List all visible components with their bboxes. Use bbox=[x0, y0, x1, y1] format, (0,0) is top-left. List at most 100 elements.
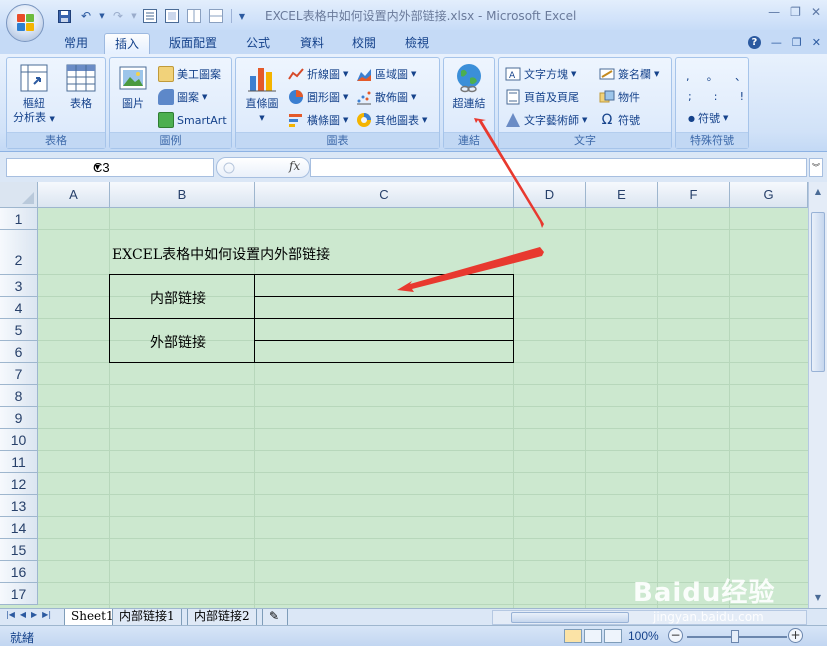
column-header-a[interactable]: A bbox=[38, 182, 110, 208]
workbook-restore-icon[interactable]: ❐ bbox=[792, 36, 802, 49]
page-break-view-icon[interactable] bbox=[604, 629, 622, 643]
redo-dropdown-icon[interactable]: ▼ bbox=[130, 7, 138, 25]
sheet-tab-internal-link-2[interactable]: 内部链接2 bbox=[187, 609, 257, 626]
prev-sheet-icon[interactable]: ◀ bbox=[20, 610, 26, 619]
other-charts-button[interactable]: 其他圖表 ▼ bbox=[356, 110, 427, 130]
wordart-button[interactable]: 文字藝術師 ▼ bbox=[505, 110, 587, 130]
print-preview-icon[interactable] bbox=[162, 7, 182, 25]
page-layout-view-icon[interactable] bbox=[584, 629, 602, 643]
row-header-12[interactable]: 12 bbox=[0, 473, 38, 495]
row-header-15[interactable]: 15 bbox=[0, 539, 38, 561]
redo-icon[interactable]: ↷ bbox=[108, 7, 128, 25]
line-chart-button[interactable]: 折線圖 ▼ bbox=[288, 64, 348, 84]
tab-data[interactable]: 資料 bbox=[289, 33, 335, 55]
insert-sheet-icon[interactable]: ✎ bbox=[262, 609, 288, 626]
smartart-button[interactable]: SmartArt bbox=[158, 110, 227, 130]
enum-comma-symbol-button[interactable]: 、 bbox=[735, 68, 746, 84]
cell-b5-external-link[interactable]: 外部链接 bbox=[150, 332, 206, 352]
sheet-tab-internal-link-1[interactable]: 内部链接1 bbox=[112, 609, 182, 626]
workbook-minimize-icon[interactable]: — bbox=[771, 36, 782, 49]
hyperlink-button[interactable]: 超連結 bbox=[447, 62, 491, 111]
scroll-up-icon[interactable]: ▲ bbox=[811, 184, 825, 200]
row-header-17[interactable]: 17 bbox=[0, 583, 38, 605]
exclamation-symbol-button[interactable]: ! bbox=[740, 90, 744, 103]
column-header-d[interactable]: D bbox=[514, 182, 586, 208]
tab-home[interactable]: 常用 bbox=[55, 33, 97, 55]
name-box[interactable]: C3 ▼ bbox=[6, 158, 214, 177]
cell-b2-title[interactable]: EXCEL表格中如何设置内外部链接 bbox=[112, 244, 330, 264]
row-header-2[interactable]: 2 bbox=[0, 230, 38, 275]
last-sheet-icon[interactable]: ▶| bbox=[42, 610, 51, 619]
comma-symbol-button[interactable]: , bbox=[686, 70, 690, 83]
object-button[interactable]: 物件 bbox=[599, 87, 640, 107]
textbox-button[interactable]: A 文字方塊 ▼ bbox=[505, 64, 576, 84]
worksheet-grid[interactable]: A B C D E F G 1 2 3 4 5 6 7 8 9 10 11 12… bbox=[0, 182, 827, 608]
save-icon[interactable] bbox=[54, 7, 74, 25]
row-header-11[interactable]: 11 bbox=[0, 451, 38, 473]
restore-icon[interactable]: ❐ bbox=[790, 5, 801, 19]
row-header-14[interactable]: 14 bbox=[0, 517, 38, 539]
column-chart-button[interactable]: 直條圖 ▼ bbox=[239, 62, 285, 125]
bar-chart-button[interactable]: 橫條圖 ▼ bbox=[288, 110, 348, 130]
clipart-button[interactable]: 美工圖案 bbox=[158, 64, 221, 84]
pie-chart-button[interactable]: 圓形圖 ▼ bbox=[288, 87, 348, 107]
insert-function-button[interactable]: fx bbox=[289, 159, 300, 173]
signature-line-button[interactable]: 簽名欄 ▼ bbox=[599, 64, 659, 84]
tab-view[interactable]: 檢視 bbox=[394, 33, 440, 55]
row-header-7[interactable]: 7 bbox=[0, 363, 38, 385]
name-box-dropdown-icon[interactable]: ▼ bbox=[93, 159, 210, 176]
close-icon[interactable]: ✕ bbox=[811, 5, 821, 19]
scroll-down-icon[interactable]: ▼ bbox=[811, 590, 825, 606]
vertical-scrollbar[interactable]: ▲ ▼ bbox=[808, 182, 827, 608]
tab-review[interactable]: 校閱 bbox=[341, 33, 387, 55]
next-sheet-icon[interactable]: ▶ bbox=[31, 610, 37, 619]
row-header-6[interactable]: 6 bbox=[0, 341, 38, 363]
column-header-e[interactable]: E bbox=[586, 182, 658, 208]
undo-dropdown-icon[interactable]: ▼ bbox=[98, 7, 106, 25]
formula-input[interactable] bbox=[310, 158, 807, 177]
row-header-9[interactable]: 9 bbox=[0, 407, 38, 429]
row-header-5[interactable]: 5 bbox=[0, 319, 38, 341]
picture-button[interactable]: 圖片 bbox=[114, 62, 152, 111]
column-header-g[interactable]: G bbox=[730, 182, 808, 208]
undo-icon[interactable]: ↶ bbox=[76, 7, 96, 25]
tab-page-layout[interactable]: 版面配置 bbox=[160, 33, 226, 55]
shapes-button[interactable]: 圖案 ▼ bbox=[158, 87, 207, 107]
sheet-view-icon[interactable] bbox=[184, 7, 204, 25]
vertical-scroll-thumb[interactable] bbox=[811, 212, 825, 372]
column-header-b[interactable]: B bbox=[110, 182, 255, 208]
row-header-1[interactable]: 1 bbox=[0, 208, 38, 230]
tab-insert[interactable]: 插入 bbox=[104, 33, 150, 55]
workbook-close-icon[interactable]: ✕ bbox=[812, 36, 821, 49]
form-icon[interactable] bbox=[140, 7, 160, 25]
first-sheet-icon[interactable]: |◀ bbox=[6, 610, 15, 619]
column-header-f[interactable]: F bbox=[658, 182, 730, 208]
colon-symbol-button[interactable]: : bbox=[714, 90, 718, 103]
row-header-13[interactable]: 13 bbox=[0, 495, 38, 517]
row-header-8[interactable]: 8 bbox=[0, 385, 38, 407]
minimize-icon[interactable]: — bbox=[768, 5, 780, 19]
header-footer-button[interactable]: 頁首及頁尾 bbox=[505, 87, 579, 107]
symbol-button[interactable]: Ω 符號 bbox=[599, 110, 640, 130]
area-chart-button[interactable]: 區域圖 ▼ bbox=[356, 64, 416, 84]
normal-view-icon[interactable] bbox=[564, 629, 582, 643]
horizontal-scroll-thumb[interactable] bbox=[511, 612, 629, 623]
row-header-4[interactable]: 4 bbox=[0, 297, 38, 319]
expand-formula-bar-icon[interactable]: ︾ bbox=[809, 158, 823, 177]
special-symbol-menu-button[interactable]: ● 符號 ▼ bbox=[688, 108, 728, 128]
customize-qat-icon[interactable]: ▼ bbox=[237, 7, 247, 25]
column-header-c[interactable]: C bbox=[255, 182, 514, 208]
formula-cancel-icon[interactable] bbox=[223, 162, 235, 174]
office-button[interactable] bbox=[6, 4, 44, 42]
pivot-table-button[interactable]: 樞紐 分析表 ▼ bbox=[13, 62, 55, 126]
period-symbol-button[interactable]: 。 bbox=[707, 68, 718, 84]
scatter-chart-button[interactable]: 散佈圖 ▼ bbox=[356, 87, 416, 107]
row-header-3[interactable]: 3 bbox=[0, 275, 38, 297]
help-icon[interactable]: ? bbox=[747, 36, 761, 49]
layout-view-icon[interactable] bbox=[206, 7, 226, 25]
table-button[interactable]: 表格 bbox=[61, 62, 101, 111]
row-header-10[interactable]: 10 bbox=[0, 429, 38, 451]
tab-formulas[interactable]: 公式 bbox=[235, 33, 281, 55]
select-all-corner[interactable] bbox=[0, 182, 38, 208]
row-header-16[interactable]: 16 bbox=[0, 561, 38, 583]
